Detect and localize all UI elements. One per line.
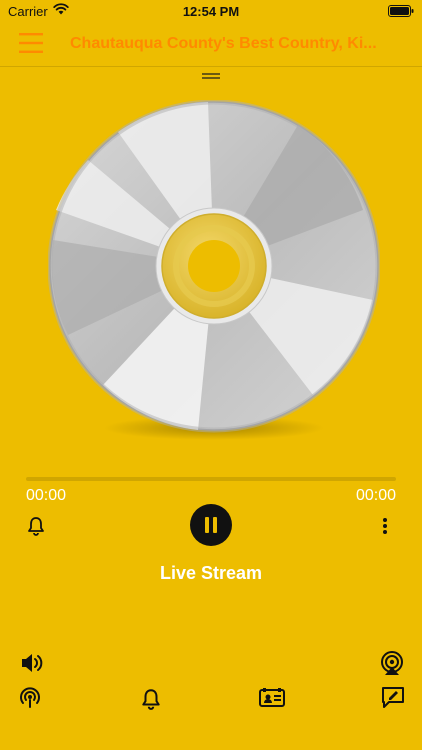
bell-icon[interactable] <box>141 688 161 710</box>
hamburger-menu-icon[interactable] <box>18 30 44 56</box>
station-title: Chautauqua County's Best Country, Ki... <box>70 35 377 52</box>
bell-icon[interactable] <box>27 516 45 536</box>
clock: 12:54 PM <box>182 4 240 19</box>
battery-icon <box>388 5 414 17</box>
compose-icon[interactable] <box>381 686 405 708</box>
elapsed-time: 00:00 <box>26 487 67 504</box>
more-vertical-icon[interactable] <box>381 517 389 535</box>
progress-slider[interactable] <box>26 477 396 481</box>
drag-handle-icon[interactable] <box>201 72 221 80</box>
airplay-icon[interactable] <box>379 650 405 676</box>
total-time: 00:00 <box>355 487 396 504</box>
podcast-icon[interactable] <box>18 686 42 710</box>
navigation-bar: Chautauqua County's Best Country, Ki... <box>0 22 422 67</box>
pause-icon <box>205 517 217 533</box>
status-bar: Carrier 12:54 PM <box>0 0 422 22</box>
speaker-icon[interactable] <box>20 652 44 674</box>
pause-button[interactable] <box>190 504 232 546</box>
contact-card-icon[interactable] <box>259 688 285 708</box>
stream-title: Live Stream <box>159 563 263 583</box>
album-art-disc <box>48 100 380 440</box>
